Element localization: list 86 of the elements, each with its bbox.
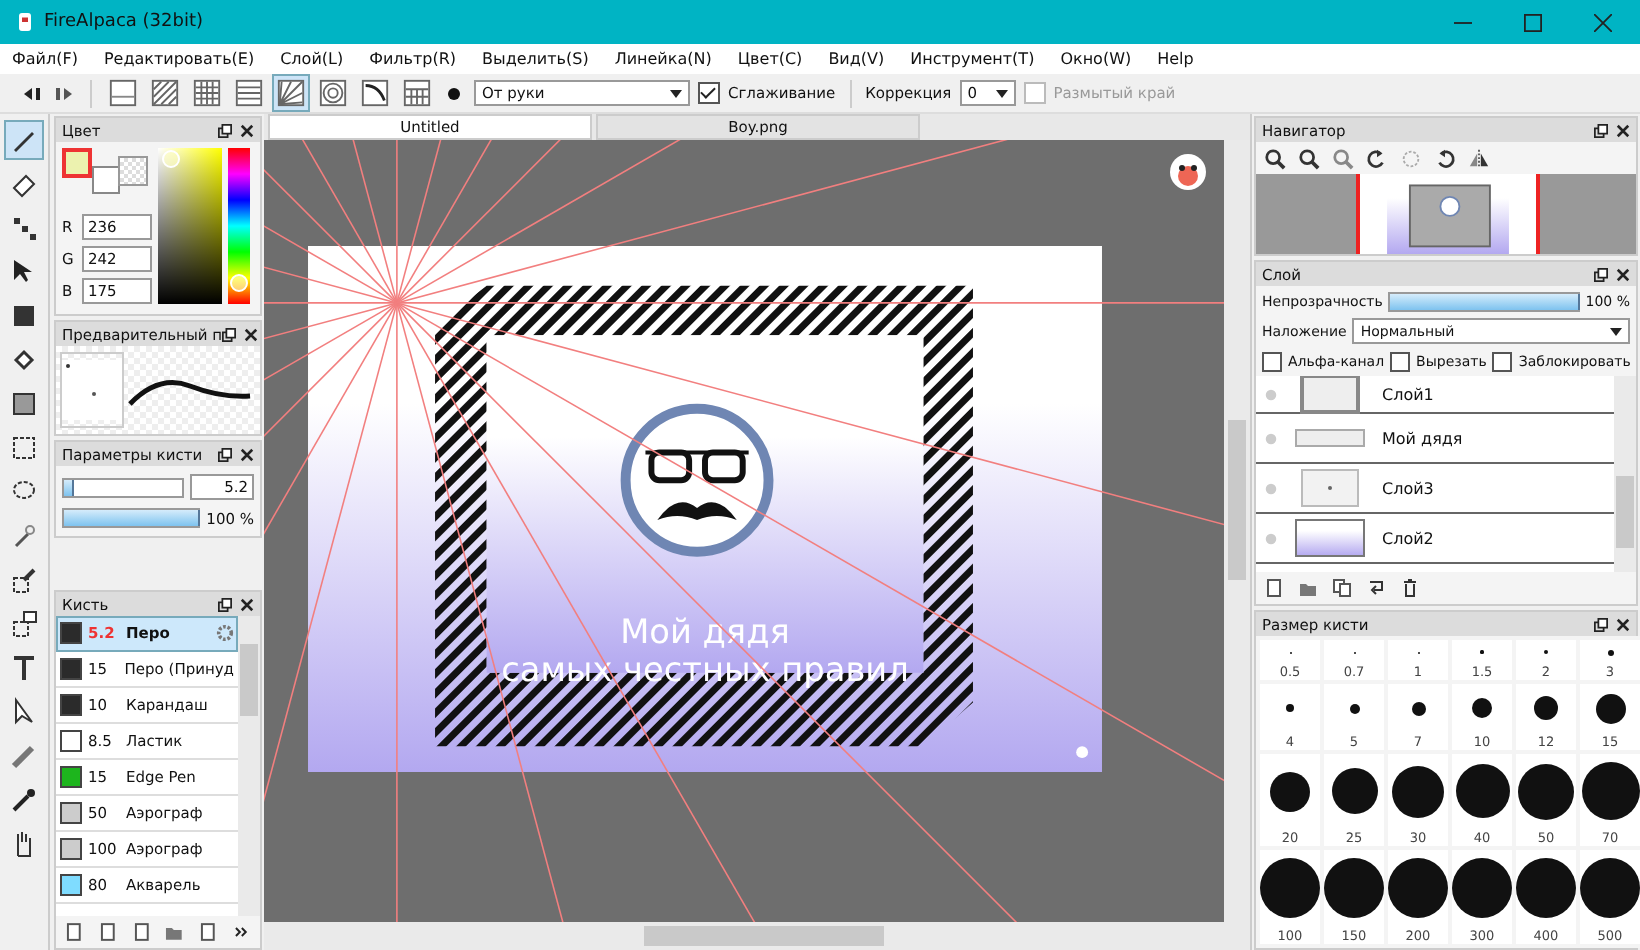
- more-icon[interactable]: [232, 922, 252, 942]
- menu-item[interactable]: Инструмент(T): [910, 50, 1035, 68]
- snap-lines-icon[interactable]: [232, 76, 266, 110]
- brush-tip-preview: [60, 352, 124, 428]
- app-logo-icon: [16, 10, 34, 34]
- layer-thumbnail: [1294, 518, 1366, 558]
- brush-size-slider-fill[interactable]: [64, 479, 74, 495]
- pen-tool-icon[interactable]: [6, 122, 42, 158]
- layer-option-checkbox[interactable]: [1390, 351, 1411, 371]
- folder-icon[interactable]: [164, 922, 185, 942]
- zoom-in-icon[interactable]: [1264, 147, 1286, 169]
- menu-item[interactable]: Фильтр(R): [369, 50, 457, 68]
- undock-icon[interactable]: [1594, 267, 1608, 281]
- menu-item[interactable]: Редактировать(E): [103, 50, 255, 68]
- caret-icon: [995, 89, 1008, 97]
- close-icon[interactable]: [244, 327, 259, 341]
- caret-icon: [1610, 327, 1622, 335]
- scrollbar[interactable]: [1614, 376, 1636, 572]
- layer-name: Мой дядя: [1382, 429, 1463, 447]
- antialias-checkbox[interactable]: [698, 82, 720, 104]
- background-color-swatch[interactable]: [92, 166, 120, 194]
- snap-concentric-icon[interactable]: [316, 76, 350, 110]
- menu-item[interactable]: Выделить(S): [482, 50, 589, 68]
- snap-parallel-icon[interactable]: [148, 76, 182, 110]
- transparent-swatch[interactable]: [118, 156, 148, 186]
- merge-icon[interactable]: [1366, 578, 1386, 598]
- snap-grid-icon[interactable]: [190, 76, 224, 110]
- scrollbar[interactable]: [238, 616, 260, 916]
- layer-name: Слой2: [1382, 529, 1434, 547]
- page-icon[interactable]: [64, 922, 84, 942]
- close-icon[interactable]: [240, 447, 254, 461]
- layer-row[interactable]: Слой2: [1256, 514, 1614, 564]
- menu-item[interactable]: Цвет(C): [737, 50, 803, 68]
- close-icon[interactable]: [240, 597, 254, 611]
- layer-option-checkbox[interactable]: [1492, 351, 1513, 371]
- zoom-out-icon[interactable]: [1298, 147, 1320, 169]
- page-icon[interactable]: [198, 922, 219, 942]
- new-layer-icon[interactable]: [1264, 578, 1284, 598]
- trash-icon[interactable]: [1400, 578, 1420, 598]
- folder-icon[interactable]: [1298, 578, 1318, 598]
- layer-row[interactable]: Слой1: [1256, 376, 1614, 414]
- menu-item[interactable]: Help: [1157, 50, 1194, 68]
- saturation-picker[interactable]: [158, 148, 222, 304]
- window-title: FireAlpaca (32bit): [44, 12, 203, 32]
- foreground-color-swatch[interactable]: [62, 148, 92, 178]
- gear-icon[interactable]: [216, 624, 234, 642]
- menu-item[interactable]: Файл(F): [12, 50, 78, 68]
- zoom-reset-icon[interactable]: [1332, 147, 1354, 169]
- brush-opacity-slider-fill[interactable]: [64, 510, 201, 526]
- layer-row[interactable]: Слой3: [1256, 464, 1614, 514]
- snap-radial-icon[interactable]: [274, 76, 308, 110]
- menu-item[interactable]: Вид(V): [828, 50, 885, 68]
- close-icon[interactable]: [1616, 267, 1630, 281]
- layer-name: Слой1: [1382, 385, 1434, 403]
- picker-thumb[interactable]: [162, 150, 180, 168]
- undock-icon[interactable]: [218, 447, 232, 461]
- rotate-right-icon[interactable]: [1434, 147, 1456, 169]
- close-icon[interactable]: [240, 123, 254, 137]
- snap-off-icon[interactable]: [106, 76, 140, 110]
- close-icon[interactable]: [1616, 123, 1630, 137]
- page-icon[interactable]: [131, 922, 151, 942]
- layer-thumbnail: [1294, 376, 1366, 414]
- caret-icon: [670, 89, 682, 97]
- flip-icon[interactable]: [1468, 147, 1490, 169]
- page-icon[interactable]: [97, 922, 118, 942]
- layer-option-checkbox[interactable]: [1262, 351, 1282, 371]
- maximize-icon[interactable]: [1524, 13, 1542, 31]
- menu-item[interactable]: Окно(W): [1060, 50, 1132, 68]
- rotate-left-icon[interactable]: [1366, 147, 1388, 169]
- menu-item[interactable]: Слой(L): [280, 50, 344, 68]
- mascot-icon: [1168, 152, 1208, 192]
- hue-slider[interactable]: [228, 148, 250, 304]
- duplicate-icon[interactable]: [1332, 578, 1352, 598]
- undock-icon[interactable]: [1594, 123, 1608, 137]
- undock-icon[interactable]: [222, 327, 237, 341]
- close-icon[interactable]: [1616, 617, 1630, 631]
- undock-icon[interactable]: [218, 123, 232, 137]
- undock-icon[interactable]: [218, 597, 232, 611]
- menu-item[interactable]: Линейка(N): [614, 50, 712, 68]
- hue-thumb[interactable]: [230, 274, 248, 293]
- layer-name: Слой3: [1382, 479, 1434, 497]
- undock-icon[interactable]: [1594, 617, 1608, 631]
- close-icon[interactable]: [1594, 13, 1612, 31]
- layer-row[interactable]: Мой дядя: [1256, 414, 1614, 464]
- snap-curve-icon[interactable]: [358, 76, 392, 110]
- snap-perspective-icon[interactable]: [400, 76, 434, 110]
